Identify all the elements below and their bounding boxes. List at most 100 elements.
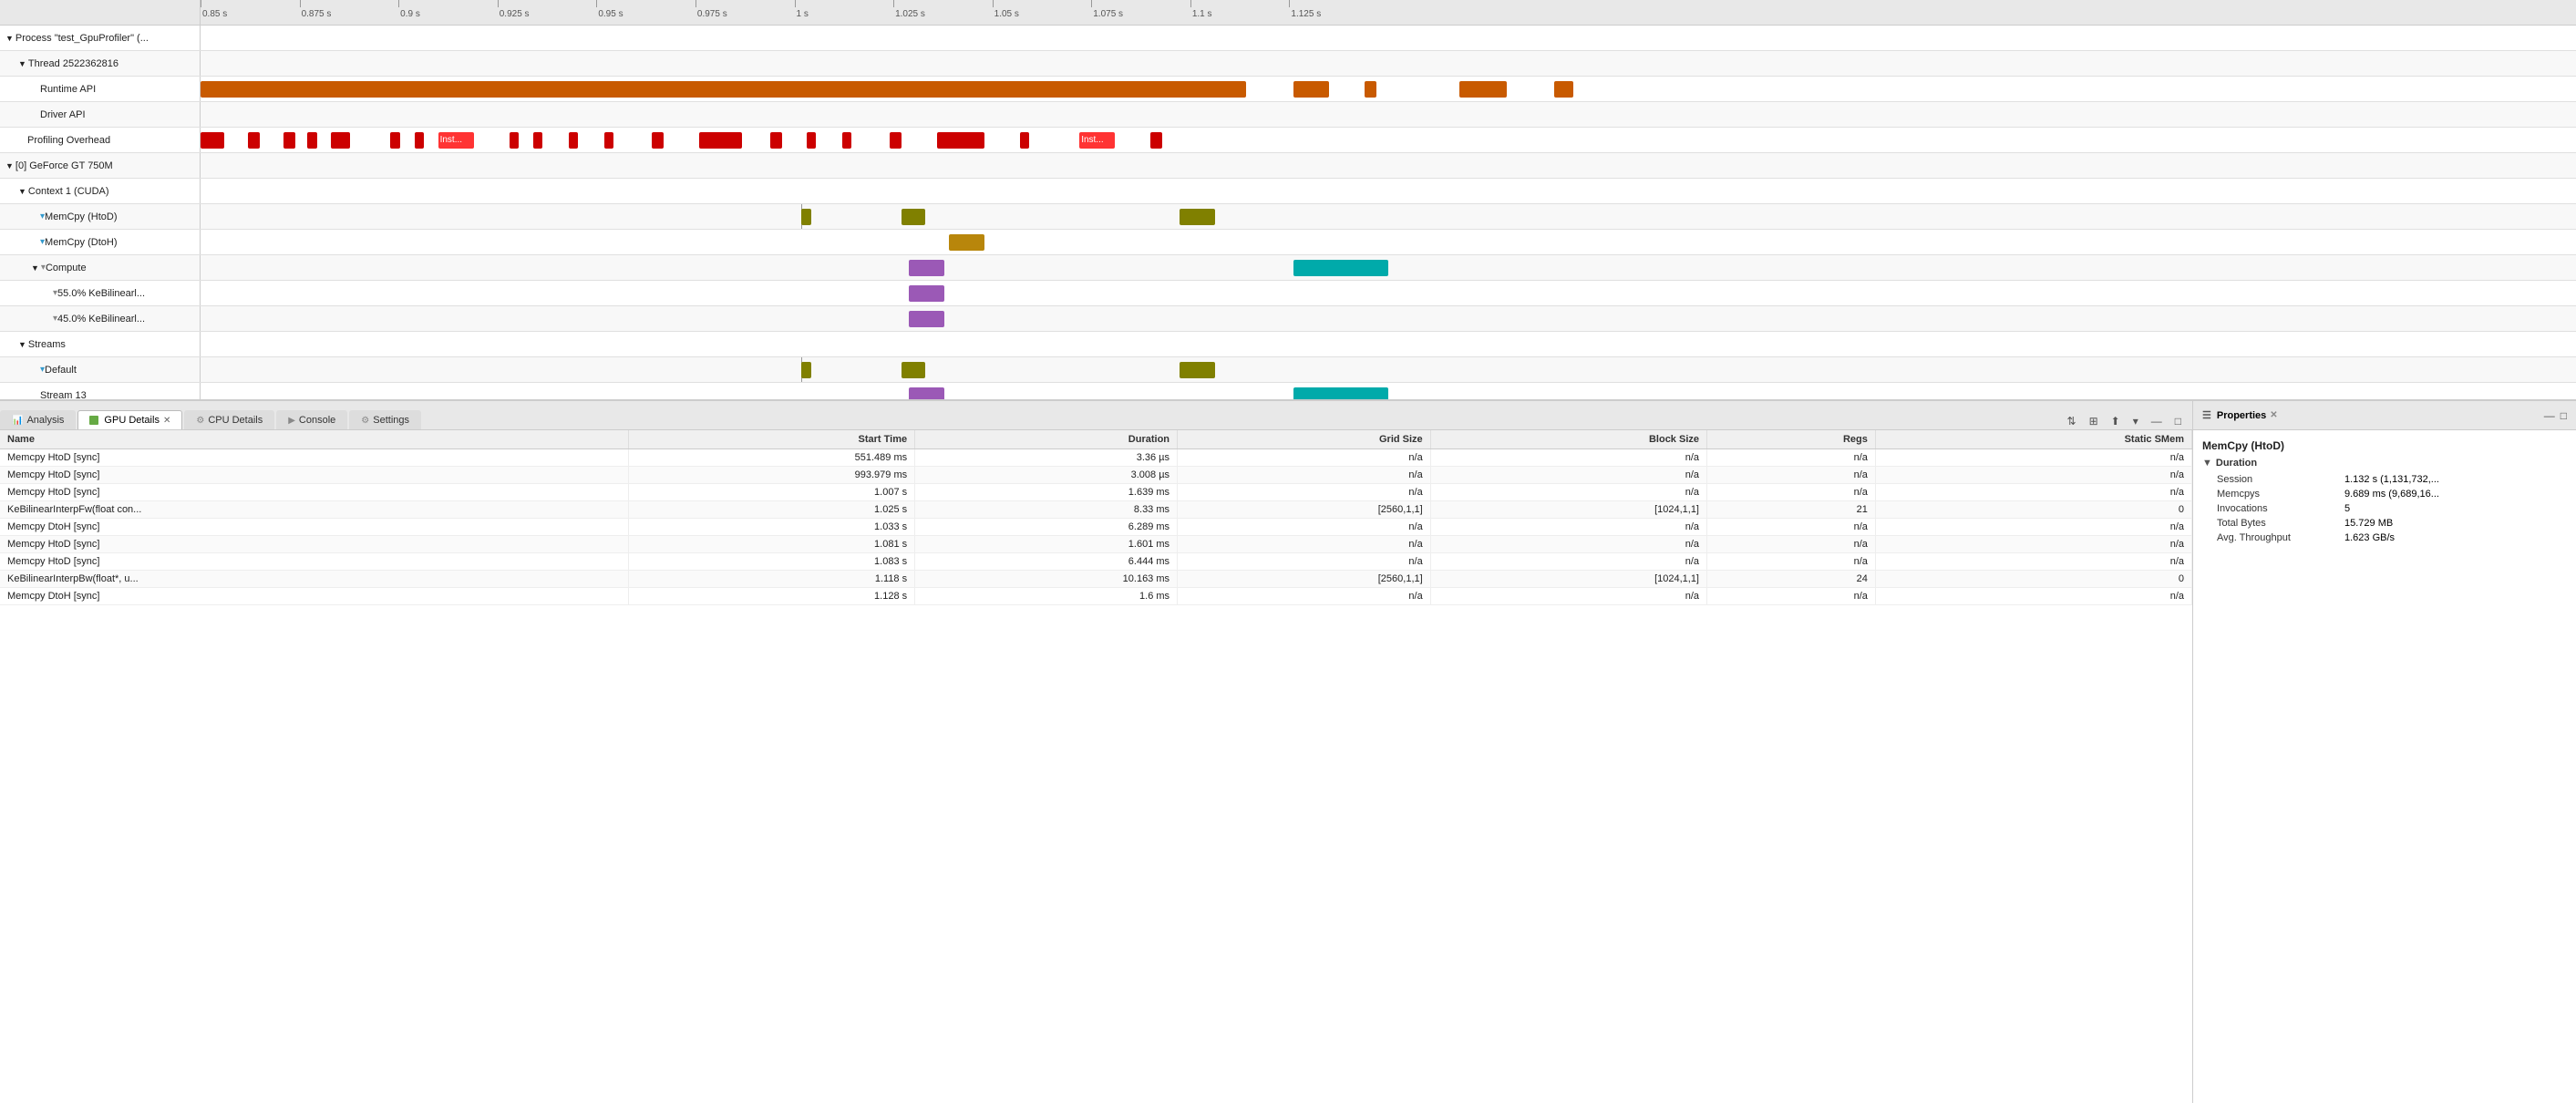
- panel-tab-settings[interactable]: ⚙Settings: [349, 410, 421, 429]
- timeline-row[interactable]: ▼▾ Compute: [0, 255, 2576, 281]
- close-tab-icon[interactable]: ✕: [163, 416, 170, 426]
- table-cell: n/a: [1875, 519, 2191, 536]
- timeline-bar[interactable]: [909, 285, 944, 302]
- timeline-bar[interactable]: [902, 209, 925, 225]
- timeline-bar[interactable]: [801, 209, 810, 225]
- timeline-bar[interactable]: [283, 132, 295, 149]
- table-column-header[interactable]: Grid Size: [1178, 430, 1431, 449]
- timeline-bar[interactable]: [1293, 260, 1388, 276]
- timeline-row[interactable]: ▾ Default: [0, 357, 2576, 383]
- row-label-text: Context 1 (CUDA): [28, 186, 109, 197]
- timeline-bar[interactable]: [1554, 81, 1573, 98]
- table-column-header[interactable]: Name: [0, 430, 629, 449]
- expand-icon[interactable]: ▼: [5, 34, 14, 43]
- timeline-bar[interactable]: [652, 132, 664, 149]
- timeline-bar[interactable]: [1020, 132, 1029, 149]
- timeline-row[interactable]: ▼Process "test_GpuProfiler" (...: [0, 26, 2576, 51]
- timeline-row[interactable]: ▾ MemCpy (DtoH): [0, 230, 2576, 255]
- table-column-header[interactable]: Regs: [1707, 430, 1876, 449]
- timeline-row[interactable]: ▼Context 1 (CUDA): [0, 179, 2576, 204]
- timeline-row[interactable]: ▼Thread 2522362816: [0, 51, 2576, 77]
- panel-tab-analysis[interactable]: 📊Analysis: [0, 410, 76, 429]
- timeline-row[interactable]: ▼Streams: [0, 332, 2576, 357]
- timeline-bar[interactable]: [699, 132, 742, 149]
- timeline-bar[interactable]: [307, 132, 316, 149]
- panel-tabs-left: 📊AnalysisGPU Details ✕⚙CPU Details▶Conso…: [0, 401, 2192, 430]
- timeline-bar[interactable]: [390, 132, 399, 149]
- timeline-bar[interactable]: [890, 132, 902, 149]
- expand-icon[interactable]: ▼: [18, 59, 26, 68]
- table-column-header[interactable]: Static SMem: [1875, 430, 2191, 449]
- table-row[interactable]: Memcpy DtoH [sync]1.128 s1.6 msn/an/an/a…: [0, 588, 2192, 605]
- timeline-bar[interactable]: [801, 362, 810, 378]
- panel-tab-gpu-details[interactable]: GPU Details ✕: [77, 410, 182, 429]
- timeline-bar[interactable]: [1180, 362, 1215, 378]
- timeline-bar[interactable]: [1293, 81, 1329, 98]
- table-row[interactable]: KeBilinearInterpFw(float con...1.025 s8.…: [0, 501, 2192, 519]
- timeline-bar[interactable]: [248, 132, 260, 149]
- timeline-bar[interactable]: [1150, 132, 1162, 149]
- table-row[interactable]: Memcpy HtoD [sync]993.979 ms3.008 µsn/an…: [0, 467, 2192, 484]
- timeline-bar[interactable]: [842, 132, 851, 149]
- table-row[interactable]: Memcpy HtoD [sync]1.007 s1.639 msn/an/an…: [0, 484, 2192, 501]
- timeline-bar[interactable]: [1365, 81, 1376, 98]
- timeline-bar[interactable]: [604, 132, 613, 149]
- ruler-tick: 0.925 s: [498, 0, 530, 25]
- timeline-bar[interactable]: [909, 260, 944, 276]
- filter-down-button[interactable]: ▾: [2129, 413, 2142, 429]
- timeline-bar[interactable]: [1459, 81, 1507, 98]
- expand-icon[interactable]: ▼: [18, 187, 26, 196]
- expand-icon[interactable]: ▼: [31, 263, 39, 273]
- timeline-row[interactable]: Runtime API: [0, 77, 2576, 102]
- timeline-bar[interactable]: [1293, 387, 1388, 399]
- timeline-bar[interactable]: [415, 132, 424, 149]
- table-column-header[interactable]: Duration: [915, 430, 1178, 449]
- timeline-row[interactable]: ▾ 55.0% KeBilinearl...: [0, 281, 2576, 306]
- ruler-tick: 1.025 s: [893, 0, 925, 25]
- table-cell: n/a: [1707, 536, 1876, 553]
- timeline-bar[interactable]: [909, 387, 944, 399]
- panel-tab-cpu-details[interactable]: ⚙CPU Details: [184, 410, 274, 429]
- timeline-row[interactable]: Profiling OverheadInst...Inst...: [0, 128, 2576, 153]
- table-column-header[interactable]: Block Size: [1430, 430, 1706, 449]
- timeline-bar[interactable]: [201, 81, 1246, 98]
- timeline-bar[interactable]: [949, 234, 984, 251]
- ruler-tick: 1.05 s: [993, 0, 1019, 25]
- timeline-bar[interactable]: Inst...: [438, 132, 474, 149]
- prop-group-arrow[interactable]: ▼: [2202, 458, 2212, 469]
- export-button[interactable]: ⬆: [2107, 413, 2124, 429]
- table-row[interactable]: KeBilinearInterpBw(float*, u...1.118 s10…: [0, 571, 2192, 588]
- timeline-bar[interactable]: [331, 132, 350, 149]
- timeline-bar[interactable]: [770, 132, 782, 149]
- timeline-bar[interactable]: [510, 132, 519, 149]
- timeline-bar[interactable]: [937, 132, 984, 149]
- filter-button[interactable]: ⇅: [2064, 413, 2080, 429]
- expand-icon[interactable]: ▼: [5, 161, 14, 170]
- timeline-bar[interactable]: [902, 362, 925, 378]
- table-row[interactable]: Memcpy DtoH [sync]1.033 s6.289 msn/an/an…: [0, 519, 2192, 536]
- timeline-bar[interactable]: [201, 132, 224, 149]
- table-row[interactable]: Memcpy HtoD [sync]1.081 s1.601 msn/an/an…: [0, 536, 2192, 553]
- timeline-bar[interactable]: [909, 311, 944, 327]
- table-column-header[interactable]: Start Time: [629, 430, 915, 449]
- timeline-bar[interactable]: Inst...: [1079, 132, 1115, 149]
- timeline-bar[interactable]: [533, 132, 542, 149]
- timeline-bar[interactable]: [1180, 209, 1215, 225]
- timeline-row[interactable]: ▾ 45.0% KeBilinearl...: [0, 306, 2576, 332]
- timeline-row[interactable]: Stream 13: [0, 383, 2576, 399]
- expand-icon[interactable]: ▼: [18, 340, 26, 349]
- table-row[interactable]: Memcpy HtoD [sync]551.489 ms3.36 µsn/an/…: [0, 449, 2192, 467]
- timeline-row[interactable]: ▼[0] GeForce GT 750M: [0, 153, 2576, 179]
- prop-minimize-btn[interactable]: —: [2544, 409, 2555, 422]
- panel-tab-console[interactable]: ▶Console: [276, 410, 347, 429]
- timeline-bar[interactable]: [807, 132, 816, 149]
- minimize-button[interactable]: —: [2148, 413, 2166, 429]
- table-row[interactable]: Memcpy HtoD [sync]1.083 s6.444 msn/an/an…: [0, 553, 2192, 571]
- maximize-button[interactable]: □: [2171, 413, 2185, 429]
- layout-button[interactable]: ⊞: [2086, 413, 2102, 429]
- prop-maximize-btn[interactable]: □: [2561, 409, 2567, 422]
- timeline-row[interactable]: Driver API: [0, 102, 2576, 128]
- timeline-row[interactable]: ▾ MemCpy (HtoD): [0, 204, 2576, 230]
- timeline-bar[interactable]: [569, 132, 578, 149]
- tick-label: 1.1 s: [1192, 9, 1212, 19]
